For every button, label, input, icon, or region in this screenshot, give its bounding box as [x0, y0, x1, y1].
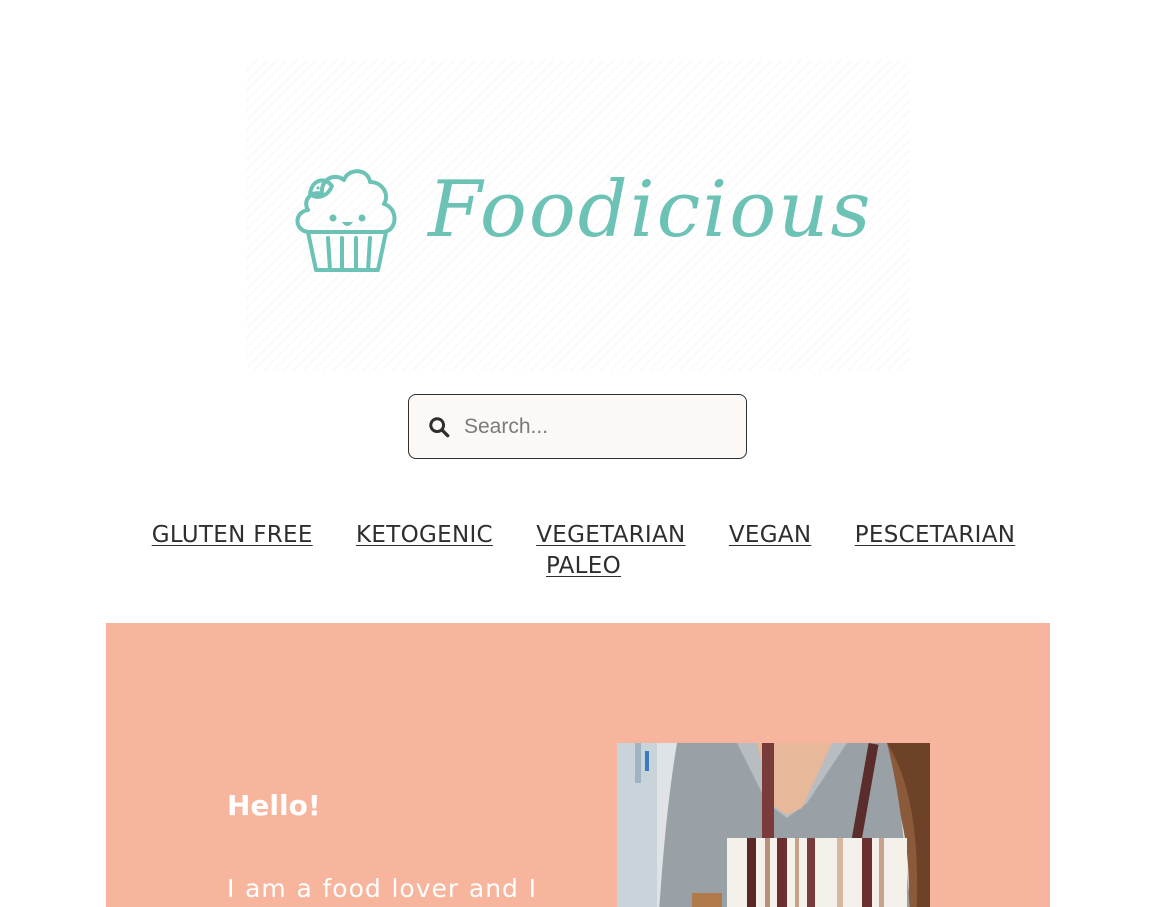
nav-item-ketogenic[interactable]: KETOGENIC: [356, 520, 493, 551]
search-input[interactable]: [464, 414, 724, 439]
about-section: Hello! I am a food lover and I: [106, 623, 1050, 907]
woman-in-striped-apron-photo: [617, 743, 930, 907]
logo-wordmark: Foodicious: [428, 165, 873, 255]
about-text: I am a food lover and I: [227, 874, 537, 903]
about-title: Hello!: [227, 789, 321, 822]
nav-item-paleo[interactable]: PALEO: [546, 551, 621, 582]
nav-item-pescetarian[interactable]: PESCETARIAN: [855, 520, 1016, 551]
nav-item-vegetarian[interactable]: VEGETARIAN: [536, 520, 685, 551]
search-icon[interactable]: [428, 416, 450, 438]
nav-item-vegan[interactable]: VEGAN: [729, 520, 812, 551]
search-bar: [408, 394, 747, 459]
page: Foodicious GLUTEN FREE KETOGENIC VEGETAR…: [0, 0, 1167, 907]
cupcake-logo-icon: [295, 169, 397, 272]
nav-item-gluten-free[interactable]: GLUTEN FREE: [152, 520, 313, 551]
category-nav: GLUTEN FREE KETOGENIC VEGETARIAN VEGAN P…: [110, 520, 1057, 582]
